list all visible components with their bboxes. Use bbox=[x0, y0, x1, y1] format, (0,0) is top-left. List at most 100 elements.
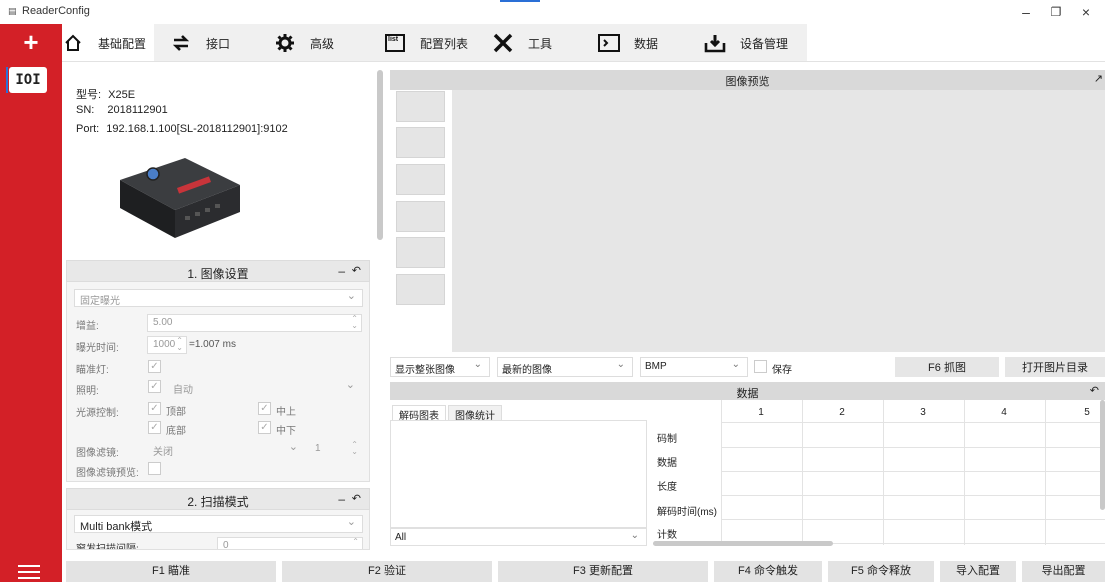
image-format-select[interactable]: BMP bbox=[640, 357, 748, 377]
display-mode-select[interactable]: 显示整张图像 bbox=[390, 357, 490, 377]
tab-basic-config[interactable]: 基础配置 bbox=[62, 24, 146, 62]
device-selection-marker bbox=[6, 67, 8, 93]
f3-update-config-button[interactable]: F3 更新配置 bbox=[498, 561, 708, 582]
export-config-button[interactable]: 导出配置 bbox=[1022, 561, 1105, 582]
left-panel-scrollbar[interactable] bbox=[377, 70, 383, 240]
tab-label: 接口 bbox=[206, 36, 231, 51]
tab-label: 工具 bbox=[528, 36, 553, 51]
data-grid-scrollbar[interactable] bbox=[653, 541, 833, 546]
device-image bbox=[115, 150, 245, 240]
scan-mode-header[interactable]: 2. 扫描模式 – ↶ bbox=[66, 488, 370, 510]
sn-label: SN: bbox=[76, 104, 95, 116]
f1-aim-button[interactable]: F1 瞄准 bbox=[66, 561, 276, 582]
thumbnail[interactable] bbox=[396, 274, 445, 305]
image-source-select[interactable]: 最新的图像 bbox=[497, 357, 633, 377]
reset-icon[interactable]: ↶ bbox=[352, 492, 361, 505]
tab-label: 数据 bbox=[634, 36, 659, 51]
list-icon: list bbox=[384, 32, 406, 54]
tab-image-stats[interactable]: 图像统计 bbox=[448, 405, 502, 422]
source-mid-top-checkbox[interactable]: ✓ bbox=[258, 402, 271, 415]
tab-config-list[interactable]: list 配置列表 bbox=[384, 24, 468, 62]
exposure-mode-select[interactable]: 固定曝光 bbox=[74, 289, 363, 307]
lighting-checkbox[interactable]: ✓ bbox=[148, 380, 161, 393]
scan-interval-value: 0 bbox=[223, 540, 229, 550]
tab-advanced[interactable]: 高级 bbox=[274, 24, 334, 62]
thumbnail[interactable] bbox=[396, 201, 445, 232]
scan-interval-label: 窗发扫描间隔: bbox=[76, 544, 139, 550]
app-icon: ▤ bbox=[8, 6, 17, 16]
restore-button[interactable]: ❐ bbox=[1044, 3, 1068, 21]
gain-input[interactable]: 5.00 ⌃ ⌄ bbox=[147, 314, 362, 332]
main-toolbar: 基础配置 接口 高级 list 配置列表 工具 数据 设备管理 bbox=[62, 24, 1105, 62]
minimize-icon[interactable]: – bbox=[338, 264, 345, 278]
source-bottom-label: 底部 bbox=[166, 426, 186, 437]
thumbnail-strip bbox=[390, 90, 450, 352]
capture-button[interactable]: F6 抓图 bbox=[895, 357, 999, 377]
spinner-icon[interactable]: ⌃ ⌄ bbox=[351, 315, 358, 330]
image-filter-label: 图像滤镜: bbox=[76, 448, 119, 459]
aimer-label: 瞄准灯: bbox=[76, 365, 109, 376]
f4-command-trigger-button[interactable]: F4 命令触发 bbox=[714, 561, 822, 582]
popout-icon[interactable]: ↗ bbox=[1094, 72, 1103, 85]
image-settings-title: 1. 图像设置 bbox=[187, 267, 249, 281]
column-header: 3 bbox=[920, 407, 926, 418]
filter-preview-checkbox[interactable] bbox=[148, 462, 161, 475]
data-panel-header: 数据 ↶ bbox=[390, 382, 1105, 400]
title-bar: ▤ ReaderConfig – ❐ × bbox=[0, 0, 1105, 24]
image-settings-header[interactable]: 1. 图像设置 – ↶ bbox=[66, 260, 370, 282]
source-top-checkbox[interactable]: ✓ bbox=[148, 402, 161, 415]
lighting-label: 照明: bbox=[76, 386, 99, 397]
spinner-icon[interactable]: ⌃ ⌄ bbox=[176, 337, 183, 352]
gain-value: 5.00 bbox=[153, 317, 173, 328]
image-canvas[interactable] bbox=[452, 90, 1105, 352]
minimize-icon[interactable]: – bbox=[338, 492, 345, 506]
image-filter-select[interactable]: 关闭 bbox=[147, 440, 305, 458]
menu-icon[interactable] bbox=[18, 565, 40, 581]
reset-icon[interactable]: ↶ bbox=[1090, 384, 1099, 397]
spinner-icon[interactable]: ⌃ ⌄ bbox=[351, 441, 358, 456]
tools-icon bbox=[492, 32, 514, 54]
scan-mode-title: 2. 扫描模式 bbox=[187, 495, 249, 509]
add-device-button[interactable]: + bbox=[0, 24, 62, 62]
data-grid: 1 2 3 4 5 码制 数据 长度 解码时间(ms) 计数 bbox=[653, 400, 1105, 545]
thumbnail[interactable] bbox=[396, 164, 445, 195]
exposure-label: 曝光时间: bbox=[76, 343, 119, 354]
lighting-select[interactable]: 自动 bbox=[167, 378, 362, 396]
source-mid-bottom-checkbox[interactable]: ✓ bbox=[258, 421, 271, 434]
result-filter-select[interactable]: All bbox=[390, 528, 647, 546]
f2-verify-button[interactable]: F2 验证 bbox=[282, 561, 492, 582]
exposure-value: 1000 bbox=[153, 339, 176, 350]
open-image-folder-button[interactable]: 打开图片目录 bbox=[1005, 357, 1105, 377]
row-label-length: 长度 bbox=[657, 482, 677, 493]
close-button[interactable]: × bbox=[1074, 3, 1098, 21]
image-preview-panel: 图像预览 ↗ bbox=[390, 70, 1105, 355]
gain-label: 增益: bbox=[76, 321, 99, 332]
image-preview-header: 图像预览 ↗ bbox=[390, 70, 1105, 90]
tab-tools[interactable]: 工具 bbox=[492, 24, 552, 62]
light-source-label: 光源控制: bbox=[76, 408, 119, 419]
minimize-button[interactable]: – bbox=[1014, 3, 1038, 21]
import-config-button[interactable]: 导入配置 bbox=[940, 561, 1016, 582]
scan-interval-input[interactable]: 0 ⌃ bbox=[217, 537, 363, 550]
f5-command-release-button[interactable]: F5 命令释放 bbox=[828, 561, 934, 582]
aimer-checkbox[interactable]: ✓ bbox=[148, 360, 161, 373]
reset-icon[interactable]: ↶ bbox=[352, 264, 361, 277]
data-grid-vscrollbar[interactable] bbox=[1100, 400, 1105, 510]
row-label-data: 数据 bbox=[657, 458, 677, 469]
scan-mode-select[interactable]: Multi bank模式 bbox=[74, 515, 363, 533]
save-checkbox[interactable] bbox=[754, 360, 767, 373]
thumbnail[interactable] bbox=[396, 237, 445, 268]
spinner-icon[interactable]: ⌃ bbox=[352, 538, 359, 546]
tab-label: 基础配置 bbox=[98, 36, 147, 51]
tab-interface[interactable]: 接口 bbox=[170, 24, 230, 62]
thumbnail[interactable] bbox=[396, 127, 445, 158]
thumbnail[interactable] bbox=[396, 91, 445, 122]
tab-decode-chart[interactable]: 解码图表 bbox=[392, 405, 446, 422]
source-bottom-checkbox[interactable]: ✓ bbox=[148, 421, 161, 434]
device-icon[interactable]: IOI bbox=[9, 67, 47, 93]
terminal-icon bbox=[598, 32, 620, 54]
exposure-input[interactable]: 1000 ⌃ ⌄ bbox=[147, 336, 187, 354]
tab-data[interactable]: 数据 bbox=[598, 24, 658, 62]
filter-level-input[interactable]: 1 ⌃ ⌄ bbox=[309, 440, 362, 458]
tab-device-management[interactable]: 设备管理 bbox=[704, 24, 788, 62]
